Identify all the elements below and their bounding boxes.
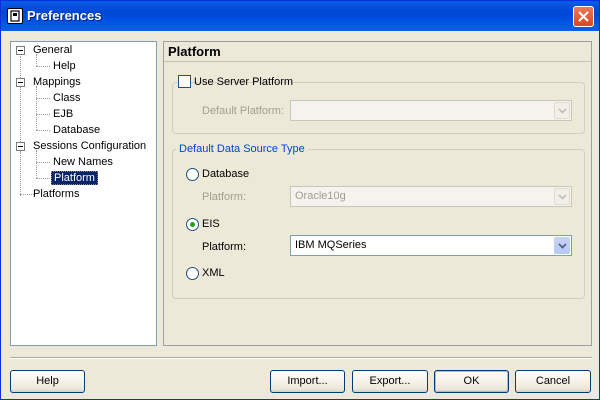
export-button[interactable]: Export... bbox=[352, 370, 428, 393]
collapse-icon[interactable] bbox=[16, 142, 25, 151]
tree-item-label: Sessions Configuration bbox=[33, 140, 147, 152]
preferences-window: Preferences General Help Mappings Class … bbox=[0, 0, 600, 400]
default-platform-label: Default Platform: bbox=[202, 105, 284, 117]
eis-platform-label: Platform: bbox=[202, 241, 247, 253]
ok-button[interactable]: OK bbox=[434, 370, 509, 393]
preferences-tree: General Help Mappings Class EJB Database… bbox=[10, 41, 157, 346]
eis-platform-combo[interactable]: IBM MQSeries bbox=[290, 235, 572, 256]
default-platform-combo[interactable] bbox=[290, 100, 572, 121]
tree-item-help[interactable]: Help bbox=[53, 58, 76, 74]
tree-line bbox=[20, 56, 21, 152]
panel-title: Platform bbox=[164, 42, 591, 62]
tree-line bbox=[36, 86, 37, 130]
tree-item-database[interactable]: Database bbox=[53, 122, 100, 138]
chevron-down-icon[interactable] bbox=[554, 102, 570, 119]
database-radio-label: Database bbox=[202, 168, 250, 180]
data-source-legend: Default Data Source Type bbox=[176, 142, 308, 156]
xml-radio[interactable] bbox=[186, 267, 199, 280]
tree-item-platforms[interactable]: Platforms bbox=[33, 186, 79, 202]
import-button[interactable]: Import... bbox=[270, 370, 345, 393]
tree-item-general[interactable]: General bbox=[33, 42, 72, 58]
help-button[interactable]: Help bbox=[10, 370, 85, 393]
collapse-icon[interactable] bbox=[16, 46, 25, 55]
database-platform-label: Platform: bbox=[202, 191, 247, 203]
eis-platform-value: IBM MQSeries bbox=[295, 239, 367, 251]
use-server-platform-checkbox[interactable] bbox=[178, 75, 191, 88]
tree-item-platform[interactable]: Platform bbox=[51, 170, 98, 186]
tree-line bbox=[20, 152, 21, 196]
tree-line bbox=[36, 162, 50, 163]
tree-line bbox=[36, 66, 50, 67]
eis-radio-label: EIS bbox=[202, 218, 220, 230]
chevron-down-icon[interactable] bbox=[554, 188, 570, 205]
tree-item-label: Database bbox=[53, 124, 101, 136]
tree-item-label: Class bbox=[53, 92, 81, 104]
tree-item-label: New Names bbox=[53, 156, 113, 168]
platform-panel: Platform Use Server Platform Default Pla… bbox=[163, 41, 592, 346]
use-server-platform-label: Use Server Platform bbox=[194, 76, 294, 88]
database-platform-combo[interactable]: Oracle10g bbox=[290, 186, 572, 207]
app-icon bbox=[7, 8, 23, 24]
tree-item-label: General bbox=[33, 44, 73, 56]
tree-item-class[interactable]: Class bbox=[53, 90, 81, 106]
chevron-down-icon[interactable] bbox=[554, 237, 570, 254]
tree-item-new-names[interactable]: New Names bbox=[53, 154, 113, 170]
tree-item-label: Help bbox=[53, 60, 76, 72]
tree-line bbox=[36, 150, 37, 178]
tree-line bbox=[36, 98, 50, 99]
database-radio[interactable] bbox=[186, 168, 199, 181]
tree-item-mappings[interactable]: Mappings bbox=[33, 74, 81, 90]
close-icon bbox=[578, 11, 589, 22]
collapse-icon[interactable] bbox=[16, 78, 25, 87]
close-button[interactable] bbox=[573, 6, 594, 27]
footer-separator bbox=[10, 357, 592, 359]
tree-item-label: Platforms bbox=[33, 188, 80, 200]
title-bar[interactable]: Preferences bbox=[1, 1, 599, 31]
tree-item-label: Platform bbox=[51, 171, 98, 185]
tree-item-sessions-configuration[interactable]: Sessions Configuration bbox=[33, 138, 146, 154]
tree-item-label: EJB bbox=[53, 108, 74, 120]
tree-line bbox=[36, 114, 50, 115]
database-platform-value: Oracle10g bbox=[295, 190, 346, 202]
eis-radio[interactable] bbox=[186, 218, 199, 231]
xml-radio-label: XML bbox=[202, 267, 225, 279]
cancel-button[interactable]: Cancel bbox=[515, 370, 591, 393]
tree-line bbox=[36, 130, 50, 131]
tree-item-label: Mappings bbox=[33, 76, 81, 88]
tree-item-ejb[interactable]: EJB bbox=[53, 106, 73, 122]
tree-line bbox=[20, 194, 34, 195]
tree-line bbox=[36, 178, 50, 179]
window-title: Preferences bbox=[27, 8, 102, 23]
